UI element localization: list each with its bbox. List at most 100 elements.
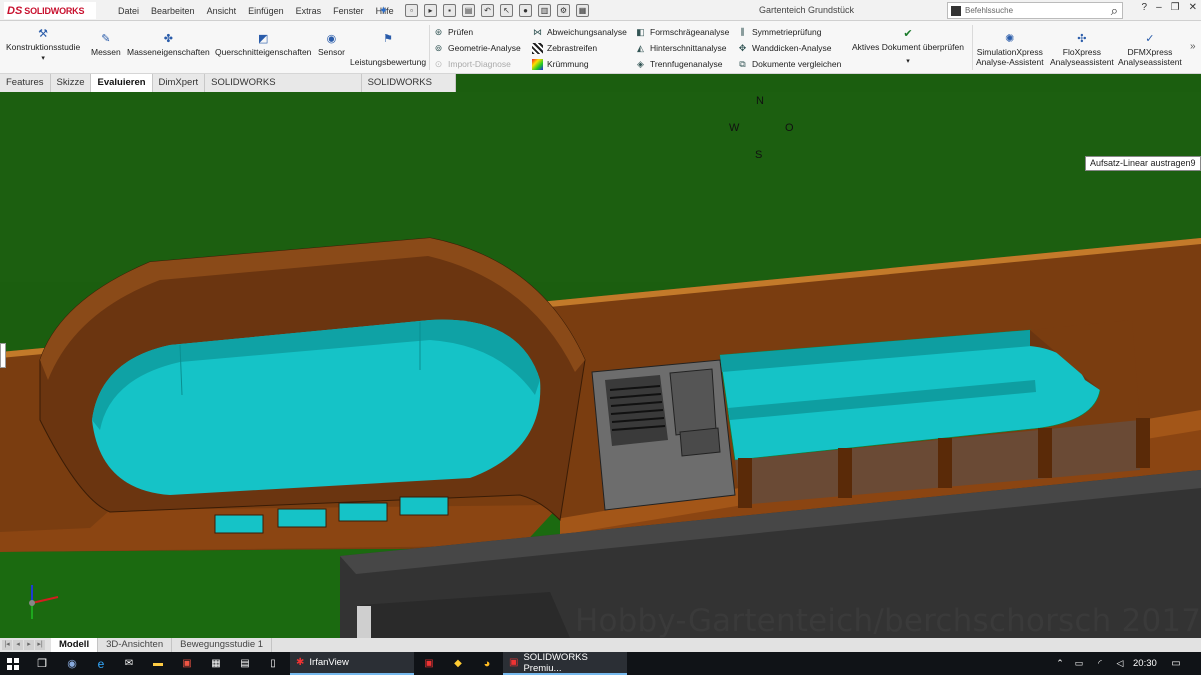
new-document-icon[interactable]: ▫ (405, 4, 418, 17)
masseneigenschaften-label: Masseneigenschaften (127, 47, 210, 57)
window-controls: ? – ❐ ✕ (1142, 2, 1197, 13)
close-icon[interactable]: ✕ (1189, 2, 1197, 13)
mail-icon[interactable]: ✉ (120, 652, 138, 675)
tab-evaluieren[interactable]: Evaluieren (91, 74, 153, 92)
search-icon[interactable]: ⌕ (1111, 3, 1118, 19)
tablet-icon[interactable]: ▯ (264, 652, 282, 675)
file-properties-icon[interactable]: ▥ (538, 4, 551, 17)
design-study-icon: ⚒ (38, 27, 49, 40)
battery-icon[interactable]: ▭ (1072, 652, 1086, 675)
tab-modell[interactable]: Modell (51, 638, 99, 652)
formschraegeanalyse-button[interactable]: ◧ Formschrägeanalyse (635, 25, 729, 39)
volume-icon[interactable]: ◁ (1113, 652, 1127, 675)
undo-icon[interactable]: ↶ (481, 4, 494, 17)
grid-layout-icon[interactable]: ▦ (576, 4, 589, 17)
aktives-dokument-button[interactable]: ✔ Aktives Dokument überprüfen ▾ (852, 26, 964, 66)
save-icon[interactable]: ▪ (443, 4, 456, 17)
tab-3d-ansichten[interactable]: 3D-Ansichten (98, 638, 173, 652)
minimize-icon[interactable]: – (1156, 2, 1162, 13)
menu-extras[interactable]: Extras (290, 6, 328, 16)
rebuild-icon[interactable]: ● (519, 4, 532, 17)
dropdown-arrow-icon[interactable]: ▾ (906, 57, 910, 65)
wanddicken-analyse-button[interactable]: ✥ Wanddicken-Analyse (737, 41, 832, 55)
tab-mbd[interactable]: SOLIDWORKS MBD (362, 74, 456, 106)
restore-icon[interactable]: ❐ (1171, 2, 1180, 13)
menu-datei[interactable]: Datei (112, 6, 145, 16)
kruemmung-button[interactable]: Krümmung (532, 57, 589, 71)
ribbon-overflow-icon[interactable]: » (1190, 41, 1196, 52)
querschnitt-button[interactable]: ◩ Querschnitteigenschaften (215, 31, 311, 58)
ribbon-separator (429, 25, 430, 70)
command-search[interactable]: Befehlssuche ⌕ (947, 2, 1123, 19)
clock[interactable]: 20:30 (1133, 652, 1157, 675)
windows-start-icon[interactable] (4, 652, 22, 675)
task-view-icon[interactable]: ❐ (33, 652, 51, 675)
help-icon[interactable]: ? (1142, 2, 1148, 13)
leistungsbewertung-button[interactable]: ⚑ Leistungsbewertung (350, 31, 426, 68)
parting-line-icon: ◈ (637, 58, 644, 69)
menu-fenster[interactable]: Fenster (327, 6, 370, 16)
next-tab-icon[interactable]: ▸ (24, 640, 34, 650)
feature-tree-collapse-handle[interactable] (0, 343, 6, 368)
messen-button[interactable]: ✎ Messen (91, 31, 121, 58)
store-icon[interactable]: ▦ (207, 652, 225, 675)
dropdown-arrow-icon[interactable]: ▾ (41, 54, 45, 62)
prev-tab-icon[interactable]: ◂ (13, 640, 23, 650)
first-tab-icon[interactable]: |◂ (2, 640, 12, 650)
edge-icon[interactable]: e (92, 652, 110, 675)
compass-east: O (785, 122, 794, 134)
konstruktionsstudie-button[interactable]: ⚒ Konstruktionsstudie ▾ (6, 26, 80, 63)
dfmxpress-button[interactable]: ✓ DFMXpress Analyseassistent (1118, 31, 1182, 68)
chrome-icon[interactable]: ◕ (478, 652, 496, 675)
solidworks-logo[interactable]: DS SOLIDWORKS (4, 2, 96, 19)
taskbar-solidworks[interactable]: ▣ SOLIDWORKS Premiu... (503, 652, 627, 675)
tab-zusatzanwendungen[interactable]: SOLIDWORKS Zusatzanwendungen (205, 74, 362, 106)
masseneigenschaften-button[interactable]: ✤ Masseneigenschaften (127, 31, 210, 58)
abweichungsanalyse-button[interactable]: ⋈ Abweichungsanalyse (532, 25, 627, 39)
tab-features[interactable]: Features (0, 74, 51, 92)
hinterschnittanalyse-label: Hinterschnittanalyse (650, 43, 727, 53)
notifications-icon[interactable]: ▭ (1168, 652, 1184, 675)
dfmxpress-sublabel: Analyseassistent (1118, 57, 1182, 67)
simulationxpress-button[interactable]: ✺ SimulationXpress Analyse-Assistent (976, 31, 1044, 68)
calculator-icon[interactable]: ▤ (236, 652, 254, 675)
tab-dimxpert[interactable]: DimXpert (153, 74, 206, 92)
zebrastreifen-button[interactable]: Zebrastreifen (532, 41, 597, 55)
trennfugenanalyse-button[interactable]: ◈ Trennfugenanalyse (635, 57, 722, 71)
search-input[interactable]: Befehlssuche (965, 6, 1111, 15)
zebrastreifen-label: Zebrastreifen (547, 43, 598, 53)
wifi-icon[interactable]: ◜ (1093, 652, 1107, 675)
geometrie-analyse-button[interactable]: ⊚ Geometrie-Analyse (433, 41, 521, 55)
open-folder-icon[interactable]: ▸ (424, 4, 437, 17)
garden-pond-model[interactable] (0, 92, 1201, 638)
solidworks-launcher-icon[interactable]: ▣ (420, 652, 438, 675)
sensor-button[interactable]: ◉ Sensor (318, 31, 345, 58)
floxpress-button[interactable]: ✣ FloXpress Analyseassistent (1050, 31, 1114, 68)
symmetriepruefung-button[interactable]: ⫼ Symmetrieprüfung (737, 25, 821, 39)
menu-einfuegen[interactable]: Einfügen (242, 6, 290, 16)
logo-name: SOLIDWORKS (24, 5, 85, 16)
file-explorer-icon[interactable]: ▬ (149, 652, 167, 675)
select-pointer-icon[interactable]: ↖ (500, 4, 513, 17)
graphics-area[interactable]: ⚲ ⚲ ↶ ◪ ✺ ◍ ◧ ◉ ◐ ◒ ▣ ▢ ▢ ❐ ✕ N W O S Au… (0, 92, 1201, 638)
tab-skizze[interactable]: Skizze (51, 74, 92, 92)
search-scope-icon[interactable] (951, 5, 961, 16)
dokumente-vergleichen-button[interactable]: ⧉ Dokumente vergleichen (737, 57, 841, 71)
tab-bewegungsstudie[interactable]: Bewegungsstudie 1 (172, 638, 273, 652)
irfanview-label: IrfanView (309, 657, 349, 668)
tray-chevron-icon[interactable]: ⌃ (1053, 652, 1067, 675)
pin-icon[interactable]: ✦ (379, 4, 388, 17)
menu-bearbeiten[interactable]: Bearbeiten (145, 6, 201, 16)
browser-icon[interactable]: ◉ (63, 652, 81, 675)
hinterschnittanalyse-button[interactable]: ◭ Hinterschnittanalyse (635, 41, 727, 55)
options-gear-icon[interactable]: ⚙ (557, 4, 570, 17)
menu-ansicht[interactable]: Ansicht (201, 6, 243, 16)
last-tab-icon[interactable]: ▸| (35, 640, 45, 650)
print-icon[interactable]: ▤ (462, 4, 475, 17)
taskbar-irfanview[interactable]: ✱ IrfanView (290, 652, 414, 675)
import-diagnose-button[interactable]: ⊙ Import-Diagnose (433, 57, 511, 71)
app-icon[interactable]: ▣ (178, 652, 196, 675)
sketch-app-icon[interactable]: ◆ (449, 652, 467, 675)
windows-taskbar: ❐ ◉ e ✉ ▬ ▣ ▦ ▤ ▯ ✱ IrfanView ▣ ◆ ◕ ▣ SO… (0, 652, 1201, 675)
pruefen-button[interactable]: ⊛ Prüfen (433, 25, 473, 39)
